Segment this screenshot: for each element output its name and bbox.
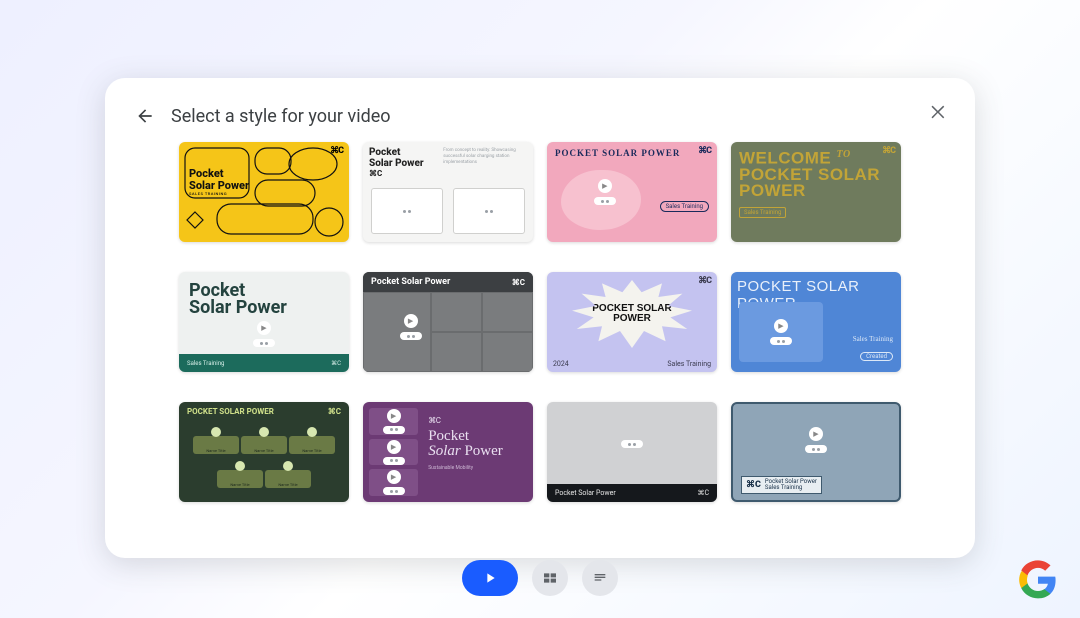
card-title: POCKET SOLAR POWER [555, 148, 680, 158]
starburst-icon: POCKET SOLAR POWER [572, 280, 692, 348]
card-tag: ⌘C Pocket Solar PowerSales Training [741, 476, 822, 494]
google-logo-icon [1018, 560, 1058, 600]
card-title: ⌘C PocketSolar Power Sustainable Mobilit… [424, 402, 533, 502]
style-card-4[interactable]: WELCOME TO POCKET SOLAR POWER Sales Trai… [731, 142, 901, 242]
card-title: Pocket Solar Power [189, 282, 287, 316]
card-header: POCKET SOLAR POWER⌘C [179, 402, 349, 420]
notes-button[interactable] [582, 560, 618, 596]
play-button[interactable] [462, 560, 518, 596]
card-chip: Sales Training [739, 207, 786, 218]
brand-mark-icon: ⌘C [698, 276, 711, 286]
close-icon [929, 102, 949, 122]
brand-mark-icon: ⌘C [698, 146, 711, 156]
style-picker-dialog: Select a style for your video Pocket Sol… [105, 78, 975, 558]
arrow-left-icon [135, 106, 155, 126]
dialog-header: Select a style for your video [133, 96, 947, 136]
style-card-11[interactable]: Pocket Solar Power⌘C [547, 402, 717, 502]
dialog-title: Select a style for your video [171, 106, 391, 127]
play-icon [482, 570, 498, 586]
card-title: Pocket Solar Power ⌘C [369, 148, 435, 180]
card-title: Pocket Solar PowerSALES TRAINING [189, 168, 249, 197]
style-card-8[interactable]: POCKET SOLAR POWER ▶ Sales TrainingCreat… [731, 272, 901, 372]
card-footer: Sales Training⌘C [179, 354, 349, 372]
style-card-7[interactable]: ⌘C POCKET SOLAR POWER 2024Sales Training [547, 272, 717, 372]
style-card-3[interactable]: POCKET SOLAR POWER ⌘C ▶ Sales Training [547, 142, 717, 242]
style-card-9[interactable]: POCKET SOLAR POWER⌘C Name Title Name Tit… [179, 402, 349, 502]
style-card-12[interactable]: ▶ ⌘C Pocket Solar PowerSales Training [731, 402, 901, 502]
layout-icon [542, 570, 558, 586]
card-tag: Sales Training [660, 201, 709, 212]
style-grid: Pocket Solar PowerSALES TRAINING ⌘C Pock… [133, 142, 947, 502]
notes-icon [592, 570, 608, 586]
bottom-action-bar [462, 560, 618, 596]
layout-button[interactable] [532, 560, 568, 596]
card-title: WELCOME TO POCKET SOLAR POWER [739, 150, 893, 199]
card-footer: 2024Sales Training [553, 360, 711, 368]
card-side: Sales TrainingCreated [853, 335, 893, 362]
style-card-1[interactable]: Pocket Solar PowerSALES TRAINING ⌘C [179, 142, 349, 242]
card-header: Pocket Solar Power⌘C [363, 272, 533, 292]
thumb-column: ▶ ▶ ▶ [363, 402, 424, 502]
style-card-2[interactable]: Pocket Solar Power ⌘C From concept to re… [363, 142, 533, 242]
style-card-10[interactable]: ▶ ▶ ▶ ⌘C PocketSolar Power Sustainable M… [363, 402, 533, 502]
back-button[interactable] [133, 104, 157, 128]
brand-mark-icon: ⌘C [882, 146, 895, 156]
placeholder-boxes [371, 188, 525, 234]
brand-mark-icon: ⌘C [330, 146, 343, 156]
style-card-6[interactable]: Pocket Solar Power⌘C ▶ [363, 272, 533, 372]
style-card-5[interactable]: Pocket Solar Power ▶ Sales Training⌘C [179, 272, 349, 372]
close-button[interactable] [925, 98, 953, 126]
panel: ▶ [739, 302, 823, 362]
card-footer: Pocket Solar Power⌘C [547, 484, 717, 502]
